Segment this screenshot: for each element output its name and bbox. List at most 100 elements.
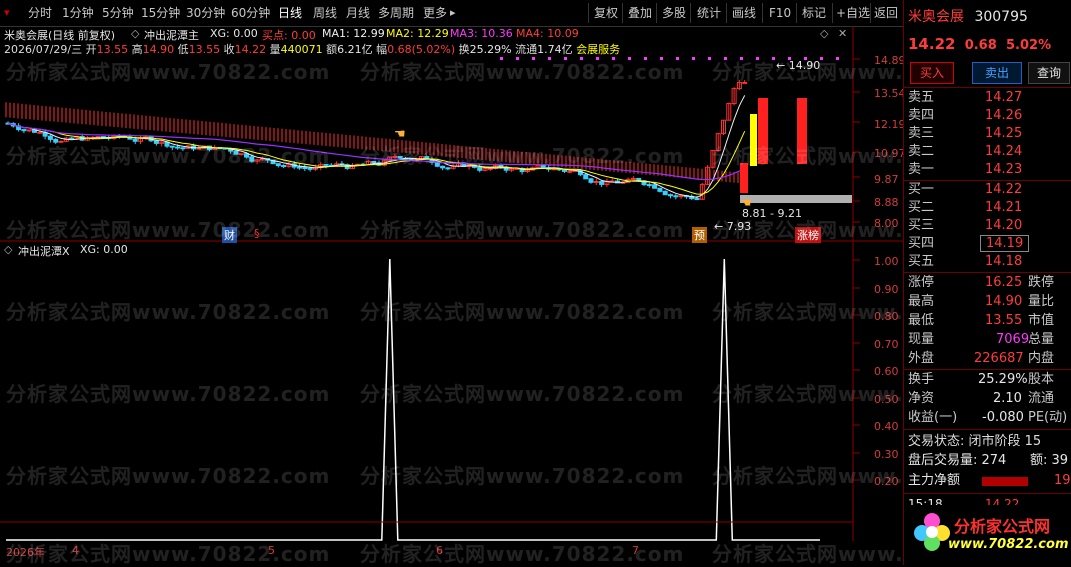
candle-body: [599, 180, 605, 185]
logo-text: 分析家公式网: [954, 517, 1051, 536]
candle-body: [593, 180, 599, 183]
action-button[interactable]: 多股: [662, 4, 686, 22]
y-tick: 0.70: [874, 338, 899, 351]
candle-body: [37, 131, 43, 134]
signal-dot: [708, 57, 711, 60]
y-tick: 13.54: [874, 87, 906, 100]
candle-body: [668, 194, 673, 197]
action-button[interactable]: 画线: [732, 4, 756, 22]
ask-row[interactable]: 卖五 14.27: [908, 89, 1068, 107]
watermark: 分析家公式网www.70822.com: [6, 542, 331, 566]
brand-logo: 分析家公式网 www.70822.com: [904, 505, 1071, 565]
main-flow: 主力净额 19: [908, 473, 1071, 488]
stat-row: 最低 13.55 市值: [908, 313, 1055, 328]
watermark: 分析家公式网www.70822.com: [360, 144, 685, 168]
watermark: 分析家公式网www.70822.com: [6, 60, 331, 84]
candle-body: [657, 187, 663, 192]
candle-body: [646, 184, 652, 187]
candle-body: [47, 135, 53, 140]
candle-body: [588, 178, 594, 183]
bid-row[interactable]: 买五 14.18: [908, 253, 1068, 271]
main-flow-bar: [982, 477, 1028, 486]
menu-caret-icon[interactable]: ▾: [4, 4, 10, 22]
trade-state: 交易状态: 闭市阶段 15: [908, 434, 1042, 449]
tag-forecast[interactable]: 预: [692, 227, 707, 243]
period-tab[interactable]: 15分钟: [141, 4, 180, 22]
buy-button[interactable]: 买入: [910, 62, 954, 84]
action-button[interactable]: 叠加: [628, 4, 652, 22]
watermark: 分析家公式网www.70822.com: [360, 542, 685, 566]
candle-body: [21, 129, 27, 132]
period-tab[interactable]: 分时: [28, 4, 52, 22]
indicator-dropdown-icon[interactable]: ◇: [4, 243, 12, 256]
candle-body: [662, 190, 668, 196]
sell-button[interactable]: 卖出: [972, 62, 1022, 84]
stock-header: 米奥会展 300795: [908, 9, 1028, 25]
candle-body: [678, 195, 684, 198]
y-tick: 0.40: [874, 420, 899, 433]
y-tick: 1.00: [874, 255, 899, 268]
period-tab-active[interactable]: 日线: [278, 4, 302, 22]
stat-row: 净资 2.10 流通: [908, 391, 1055, 406]
watermark: 分析家公式网www.70822.com: [6, 144, 331, 168]
stat-row: 现量 7069 总量: [908, 332, 1055, 347]
action-button[interactable]: F10: [769, 4, 791, 22]
watermark: 分析家公式网www.70822.com: [360, 60, 685, 84]
ask-row[interactable]: 卖二 14.24: [908, 143, 1068, 161]
action-button[interactable]: 复权: [594, 4, 618, 22]
watermark: 分析家公式网www.70822.com: [360, 300, 685, 324]
ask-row[interactable]: 卖三 14.25: [908, 125, 1068, 143]
watermark: 分析家公式网www.70822.com: [6, 300, 331, 324]
candle-body: [26, 129, 32, 132]
period-tab[interactable]: 60分钟: [231, 4, 270, 22]
y-tick: 12.19: [874, 118, 906, 131]
y-tick: 0.90: [874, 283, 899, 296]
indicator-title[interactable]: 冲出泥潭X: [18, 243, 70, 259]
y-tick: 9.87: [874, 173, 899, 186]
stat-row: 外盘 226687 内盘: [908, 351, 1055, 366]
bid-row[interactable]: 买二 14.21: [908, 199, 1068, 217]
quote-panel: 米奥会展 300795 14.22 0.68 5.02% 买入 卖出 查询 卖五…: [903, 0, 1071, 565]
period-tab[interactable]: 更多: [423, 4, 447, 22]
flower-logo-icon: [914, 513, 950, 551]
period-tab[interactable]: 月线: [346, 4, 370, 22]
y-tick: 0.60: [874, 365, 899, 378]
logo-url: www.70822.com: [948, 537, 1069, 552]
bid-row[interactable]: 买一 14.22: [908, 181, 1068, 199]
candle-body: [69, 137, 75, 140]
period-tab[interactable]: 30分钟: [186, 4, 225, 22]
stat-row: 最高 14.90 量比: [908, 294, 1055, 309]
period-tab[interactable]: 1分钟: [62, 4, 94, 22]
y-tick: 8.88: [874, 196, 899, 209]
candle-body: [567, 170, 573, 173]
query-button[interactable]: 查询: [1028, 62, 1070, 84]
period-toolbar: ▾ 分时 1分钟 5分钟 15分钟 30分钟 60分钟 日线 周线 月线 多周期…: [0, 0, 903, 27]
watermark: 分析家公式网www.70822.com: [6, 464, 331, 488]
action-button[interactable]: 返回: [874, 4, 898, 22]
bid-row[interactable]: 买三 14.20: [908, 217, 1068, 235]
candle-body: [583, 174, 589, 180]
stat-row: 换手 25.29% 股本: [908, 372, 1055, 387]
action-button[interactable]: 统计: [697, 4, 721, 22]
watermark: 分析家公式网www.70822.com: [360, 218, 685, 242]
watermark: 分析家公式网www.70822.com: [360, 382, 685, 406]
action-button[interactable]: +自选: [836, 4, 870, 22]
support-bar: [740, 195, 852, 203]
more-arrow-icon[interactable]: ▸: [450, 4, 456, 22]
stat-row: 收益(一) -0.080 PE(动): [908, 410, 1068, 425]
period-tab[interactable]: 5分钟: [102, 4, 134, 22]
ask-row[interactable]: 卖一 14.23: [908, 161, 1068, 179]
after-hours: 盘后交易量: 274 额: 39: [908, 453, 1069, 468]
price-line: 14.22 0.68 5.02%: [908, 35, 1052, 53]
candle-body: [694, 198, 700, 201]
action-button[interactable]: 标记: [802, 4, 826, 22]
watermark: 分析家公式网www.70822.com: [360, 464, 685, 488]
ask-row[interactable]: 卖四 14.26: [908, 107, 1068, 125]
period-tab[interactable]: 多周期: [378, 4, 414, 22]
bid-row[interactable]: 买四 14.19: [908, 235, 1068, 253]
period-tab[interactable]: 周线: [313, 4, 337, 22]
indicator-xg: XG: 0.00: [80, 243, 128, 256]
watermark: 分析家公式网www.70822.com: [6, 382, 331, 406]
signal-dot: [692, 57, 695, 60]
candle-body: [652, 184, 658, 189]
